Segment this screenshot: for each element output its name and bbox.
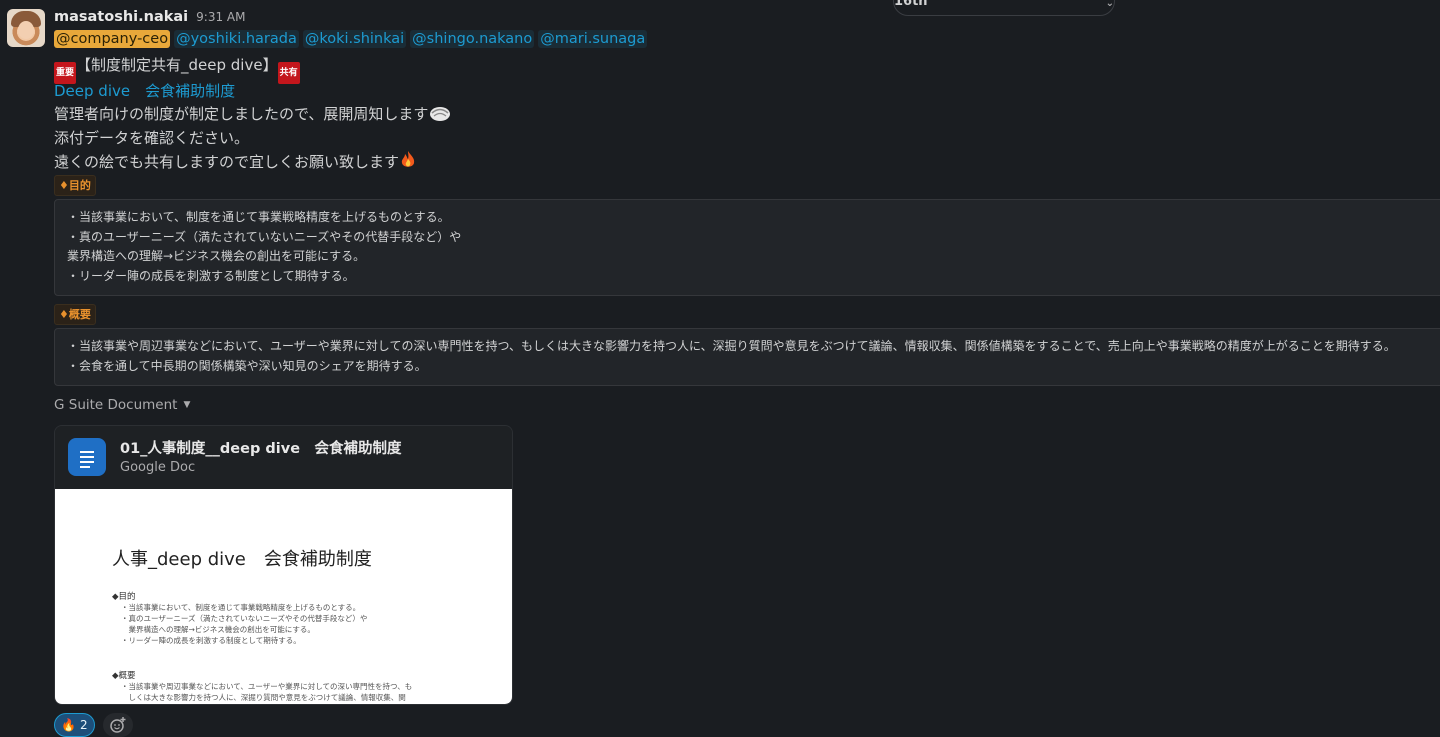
doc-title[interactable]: 01_人事制度__deep dive 会食補助制度 — [120, 437, 402, 458]
google-docs-icon — [68, 438, 106, 476]
body-line-2: 添付データを確認ください。 — [54, 127, 249, 148]
timestamp[interactable]: 9:31 AM — [196, 10, 245, 24]
message-header: masatoshi.nakai 9:31 AM — [54, 9, 245, 25]
body-line-3: 遠くの絵でも共有しますので宜しくお願い致します — [54, 150, 417, 174]
reaction-fire[interactable]: 🔥 2 — [54, 713, 95, 737]
purpose-line-4: ・リーダー陣の成長を刺激する制度として期待する。 — [67, 268, 355, 283]
add-emoji-icon — [109, 717, 126, 733]
avatar[interactable] — [7, 9, 45, 47]
mentions-line: @company-ceo @yoshiki.harada @koki.shink… — [54, 30, 648, 48]
fire-emoji-icon — [399, 150, 417, 174]
username[interactable]: masatoshi.nakai — [54, 9, 188, 25]
mention-company-ceo[interactable]: @company-ceo — [54, 30, 171, 48]
overview-block: ・当該事業や周辺事業などにおいて、ユーザーや業界に対しての深い専門性を持つ、もし… — [54, 328, 1440, 386]
doc-card-header: 01_人事制度__deep dive 会食補助制度 Google Doc — [55, 426, 512, 489]
preview-purpose-1: ・当該事業において、制度を通じて事業戦略精度を上げるものとする。 — [121, 603, 361, 612]
avatar-face — [18, 21, 34, 39]
title-text: 【制度制定共有_deep dive】 — [76, 56, 278, 74]
section-overview-tag: ♦概要 — [54, 304, 96, 325]
purpose-line-1: ・当該事業において、制度を通じて事業戦略精度を上げるものとする。 — [67, 210, 450, 224]
google-doc-card[interactable]: 01_人事制度__deep dive 会食補助制度 Google Doc 人事_… — [54, 425, 513, 705]
preview-purpose-2: ・真のユーザーニーズ（満たされていないニーズやその代替手段など）や — [121, 614, 368, 623]
preview-purpose-4: ・リーダー陣の成長を刺激する制度として期待する。 — [121, 636, 301, 645]
purpose-line-2: ・真のユーザーニーズ（満たされていないニーズやその代替手段など）や — [67, 229, 462, 244]
reaction-fire-emoji: 🔥 — [61, 718, 76, 732]
attachment-label-text: G Suite Document — [54, 397, 178, 413]
body-text-2: 添付データを確認ください。 — [54, 129, 250, 147]
doc-type: Google Doc — [120, 460, 196, 475]
add-reaction-button[interactable] — [102, 713, 133, 737]
section-purpose-tag: ♦目的 — [54, 175, 96, 196]
purpose-block: ・当該事業において、制度を通じて事業戦略精度を上げるものとする。 ・真のユーザー… — [54, 199, 1440, 296]
reactions-bar: 🔥 2 — [54, 713, 133, 737]
body-text-1: 管理者向けの制度が制定しましたので、展開周知します — [54, 105, 429, 123]
preview-overview-2: しくは大きな影響力を持つ人に、深掘り質問や意見をぶつけて議論、情報収集、関 — [121, 693, 406, 702]
attachment-label[interactable]: G Suite Document ▼ — [54, 397, 190, 413]
overview-line-2: ・会食を通して中長期の関係構築や深い知見のシェアを期待する。 — [67, 358, 427, 373]
preview-purpose-3: 業界構造への理解→ビジネス機会の創出を可能にする。 — [121, 625, 315, 634]
preview-overview-1: ・当該事業や周辺事業などにおいて、ユーザーや業界に対しての深い専門性を持つ、も — [121, 682, 413, 691]
preview-title: 人事_deep dive 会食補助制度 — [112, 549, 372, 570]
share-emoji: 共有 — [277, 62, 300, 84]
subtitle-line: Deep dive 会食補助制度 — [54, 80, 235, 101]
mention-shingo-nakano[interactable]: @shingo.nakano — [410, 30, 535, 48]
deep-dive-link[interactable]: Deep dive 会食補助制度 — [54, 82, 235, 100]
bow-emoji-icon — [428, 104, 452, 126]
doc-preview[interactable]: 人事_deep dive 会食補助制度 ◆目的 ・当該事業において、制度を通じて… — [55, 489, 512, 704]
body-line-1: 管理者向けの制度が制定しましたので、展開周知します — [54, 103, 452, 126]
preview-heading-purpose: ◆目的 — [112, 592, 136, 602]
overview-line-1: ・当該事業や周辺事業などにおいて、ユーザーや業界に対しての深い専門性を持つ、もし… — [67, 339, 1396, 353]
mention-koki-shinkai[interactable]: @koki.shinkai — [302, 30, 407, 48]
reaction-fire-count: 2 — [79, 718, 88, 732]
purpose-line-3: 業界構造への理解→ビジネス機会の創出を可能にする。 — [67, 249, 366, 263]
preview-heading-overview: ◆概要 — [112, 671, 136, 681]
caret-down-icon: ▼ — [183, 400, 191, 410]
mention-mari-sunaga[interactable]: @mari.sunaga — [538, 30, 648, 48]
message: masatoshi.nakai 9:31 AM @company-ceo @yo… — [0, 0, 1440, 737]
mention-yoshiki-harada[interactable]: @yoshiki.harada — [174, 30, 299, 48]
body-text-3: 遠くの絵でも共有しますので宜しくお願い致します — [54, 153, 400, 171]
